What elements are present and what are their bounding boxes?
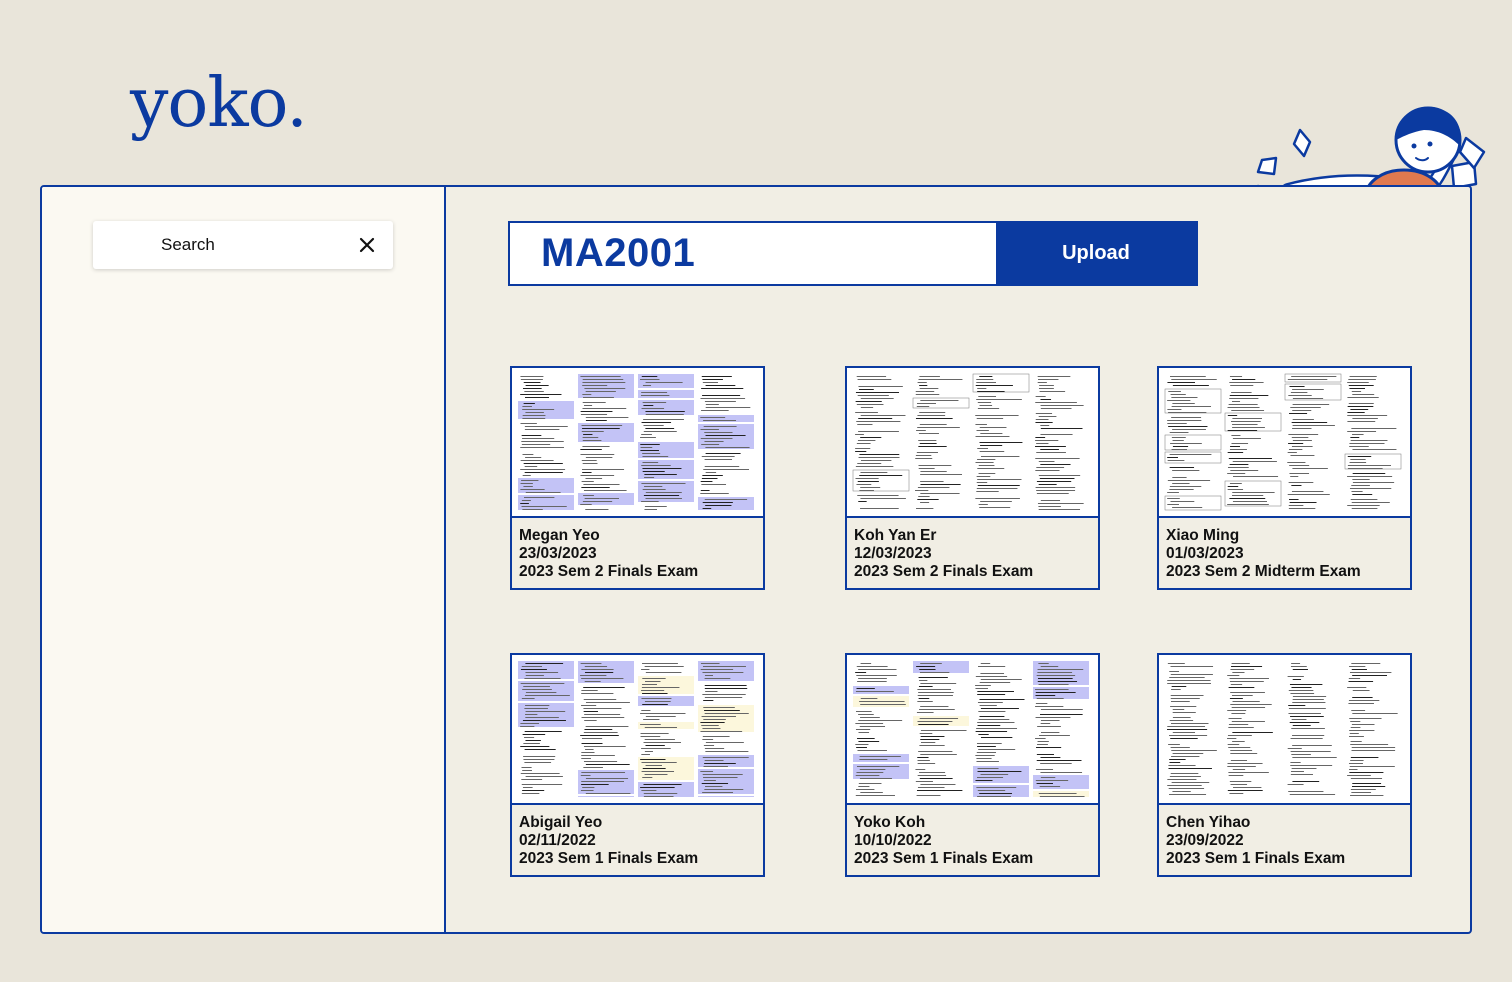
cheatsheet-thumbnail <box>1159 368 1410 518</box>
card-author: Yoko Koh <box>854 814 926 831</box>
card-exam: 2023 Sem 2 Finals Exam <box>519 563 699 580</box>
logo: yoko. <box>130 64 308 143</box>
course-title: MA2001 <box>541 231 696 275</box>
app-frame: MA2001 Upload Megan Yeo 23/03/2023 2023 … <box>40 185 1472 934</box>
sidebar <box>42 187 446 932</box>
clear-search-button[interactable] <box>355 233 379 257</box>
card-date: 01/03/2023 <box>1166 545 1244 562</box>
card-exam: 2023 Sem 1 Finals Exam <box>854 850 1034 867</box>
card-author: Xiao Ming <box>1166 527 1240 544</box>
search-box <box>93 221 393 269</box>
cheatsheet-thumbnail <box>847 368 1098 518</box>
card-date: 23/03/2023 <box>519 545 597 562</box>
card-author: Abigail Yeo <box>519 814 603 831</box>
card-author: Megan Yeo <box>519 527 600 544</box>
card-date: 23/09/2022 <box>1166 832 1244 849</box>
cheatsheet-card[interactable]: Xiao Ming 01/03/2023 2023 Sem 2 Midterm … <box>1157 366 1412 590</box>
search-input[interactable] <box>93 221 343 269</box>
card-date: 10/10/2022 <box>854 832 932 849</box>
cheatsheet-card[interactable]: Abigail Yeo 02/11/2022 2023 Sem 1 Finals… <box>510 653 765 877</box>
main-panel: MA2001 Upload Megan Yeo 23/03/2023 2023 … <box>448 187 1470 932</box>
card-author: Chen Yihao <box>1166 814 1251 831</box>
cheatsheet-preview-image <box>1167 663 1398 796</box>
card-author: Koh Yan Er <box>854 527 937 544</box>
card-exam: 2023 Sem 2 Midterm Exam <box>1166 563 1361 580</box>
course-header: MA2001 Upload <box>508 221 1198 286</box>
cheatsheet-card[interactable]: Yoko Koh 10/10/2022 2023 Sem 1 Finals Ex… <box>845 653 1100 877</box>
cheatsheet-thumbnail <box>847 655 1098 805</box>
card-date: 02/11/2022 <box>519 832 596 849</box>
cheatsheet-preview-image <box>853 661 1089 797</box>
cheatsheet-preview-image <box>1164 373 1402 511</box>
cheatsheet-card[interactable]: Koh Yan Er 12/03/2023 2023 Sem 2 Finals … <box>845 366 1100 590</box>
card-exam: 2023 Sem 1 Finals Exam <box>519 850 699 867</box>
upload-button[interactable]: Upload <box>996 223 1196 284</box>
card-date: 12/03/2023 <box>854 545 932 562</box>
card-exam: 2023 Sem 1 Finals Exam <box>1166 850 1346 867</box>
cheatsheet-card[interactable]: Megan Yeo 23/03/2023 2023 Sem 2 Finals E… <box>510 366 765 590</box>
cheatsheet-thumbnail <box>512 368 763 518</box>
cheatsheet-thumbnail <box>1159 655 1410 805</box>
cheatsheet-preview-image <box>518 661 754 797</box>
cheatsheet-thumbnail <box>512 655 763 805</box>
close-icon <box>359 237 375 253</box>
card-exam: 2023 Sem 2 Finals Exam <box>854 563 1034 580</box>
cheatsheet-preview-image <box>518 374 754 510</box>
cheatsheet-card[interactable]: Chen Yihao 23/09/2022 2023 Sem 1 Finals … <box>1157 653 1412 877</box>
cheatsheet-preview-image <box>852 373 1084 510</box>
